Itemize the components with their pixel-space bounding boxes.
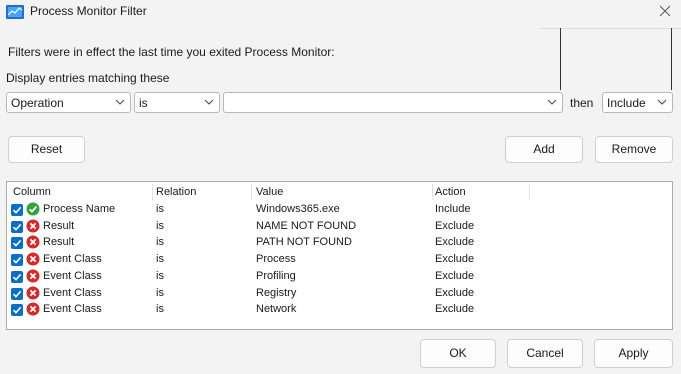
chevron-down-icon [657, 99, 667, 105]
column-select-value: Operation [11, 96, 64, 110]
cell-column: Event Class [43, 269, 102, 282]
value-combo[interactable] [223, 92, 563, 113]
cell-relation: is [156, 236, 164, 249]
divider-line [560, 28, 561, 90]
cell-action: Exclude [435, 269, 475, 282]
table-row[interactable]: Event Class is Profiling Exclude [7, 269, 672, 285]
display-entries-label: Display entries matching these [6, 71, 170, 85]
cell-action: Exclude [435, 219, 475, 232]
column-select[interactable]: Operation [6, 92, 131, 113]
cell-value: Windows365.exe [256, 203, 340, 215]
chevron-down-icon [204, 99, 214, 105]
cell-column: Event Class [43, 286, 102, 299]
cell-action: Exclude [435, 303, 475, 316]
relation-select[interactable]: is [134, 92, 220, 113]
exclude-x-icon [26, 286, 40, 300]
ok-button[interactable]: OK [420, 339, 496, 368]
divider-line [671, 28, 672, 90]
value-header[interactable]: Value [256, 186, 283, 198]
remove-button[interactable]: Remove [595, 136, 673, 163]
checkbox-icon[interactable] [11, 237, 23, 250]
checkbox-icon[interactable] [11, 287, 23, 300]
checkbox-icon[interactable] [11, 254, 23, 267]
close-icon[interactable] [657, 3, 673, 19]
include-check-icon [26, 202, 40, 216]
cell-relation: is [156, 269, 164, 282]
cell-value: NAME NOT FOUND [256, 219, 357, 232]
table-row[interactable]: Result is PATH NOT FOUND Exclude [7, 235, 672, 251]
relation-select-value: is [139, 96, 148, 110]
cell-action: Exclude [435, 253, 475, 266]
cell-value: Process [256, 253, 296, 266]
exclude-x-icon [26, 252, 40, 266]
table-row[interactable]: Event Class is Registry Exclude [7, 286, 672, 302]
cell-relation: is [156, 286, 164, 299]
column-header[interactable]: Column [13, 186, 51, 198]
process-monitor-icon [6, 5, 24, 19]
checkbox-icon[interactable] [11, 220, 23, 233]
header-separator [529, 184, 530, 200]
action-header[interactable]: Action [435, 186, 466, 198]
cell-action: Include [435, 203, 471, 215]
cell-relation: is [156, 303, 164, 316]
header-separator [432, 184, 433, 200]
exclude-x-icon [26, 235, 40, 249]
checkbox-icon[interactable] [11, 204, 23, 216]
cell-column: Result [43, 236, 75, 249]
cell-value: PATH NOT FOUND [256, 236, 352, 249]
cell-column: Process Name [43, 203, 116, 215]
checkbox-icon[interactable] [11, 270, 23, 283]
divider-line [540, 28, 681, 29]
cell-action: Exclude [435, 236, 475, 249]
chevron-down-icon [547, 99, 557, 105]
filters-note: Filters were in effect the last time you… [8, 45, 335, 59]
cell-action: Exclude [435, 286, 475, 299]
cancel-button[interactable]: Cancel [507, 339, 583, 368]
title-bar: Process Monitor Filter [0, 0, 681, 24]
reset-button[interactable]: Reset [8, 136, 85, 163]
cell-column: Event Class [43, 253, 102, 266]
cell-value: Profiling [256, 269, 296, 282]
window-title: Process Monitor Filter [30, 4, 147, 18]
cell-relation: is [156, 219, 164, 232]
checkbox-icon[interactable] [11, 304, 23, 317]
cell-value: Registry [256, 286, 297, 299]
apply-button[interactable]: Apply [594, 339, 673, 368]
header-separator [251, 184, 252, 200]
header-separator [152, 184, 153, 200]
add-button[interactable]: Add [505, 136, 583, 163]
cell-column: Result [43, 219, 75, 232]
exclude-x-icon [26, 219, 40, 233]
exclude-x-icon [26, 269, 40, 283]
chevron-down-icon [115, 99, 125, 105]
filter-list[interactable]: Column Relation Value Action Process Nam… [6, 181, 673, 330]
cell-column: Event Class [43, 303, 102, 316]
cell-relation: is [156, 203, 164, 215]
then-label: then [570, 96, 594, 110]
action-select-value: Include [607, 96, 646, 110]
cell-value: Network [256, 303, 297, 316]
table-row[interactable]: Event Class is Process Exclude [7, 252, 672, 268]
table-row[interactable]: Result is NAME NOT FOUND Exclude [7, 219, 672, 235]
table-row[interactable]: Process Name is Windows365.exe Include [7, 202, 672, 218]
table-row[interactable]: Event Class is Network Exclude [7, 302, 672, 318]
cell-relation: is [156, 253, 164, 266]
action-select[interactable]: Include [602, 92, 673, 113]
exclude-x-icon [26, 302, 40, 316]
relation-header[interactable]: Relation [156, 186, 196, 198]
